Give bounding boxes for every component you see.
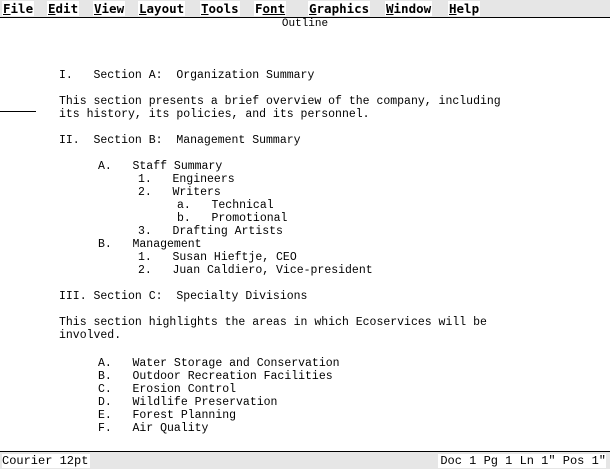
outline-item: E. Forest Planning <box>98 409 237 422</box>
menu-help[interactable]: Help <box>448 1 481 16</box>
outline-item: F. Air Quality <box>98 422 209 435</box>
document-title: Outline <box>281 18 329 30</box>
outline-item: C. Erosion Control <box>98 383 237 396</box>
outline-item: B. Outdoor Recreation Facilities <box>98 370 333 383</box>
outline-item: 2. Writers <box>138 186 221 199</box>
menu-bar: File Edit View Layout Tools Font Graphic… <box>0 0 610 18</box>
outline-item: 1. Engineers <box>138 173 235 186</box>
outline-item: a. Technical <box>177 199 274 212</box>
document-area[interactable]: I. Section A: Organization Summary This … <box>0 31 610 449</box>
outline-item: A. Water Storage and Conservation <box>98 357 340 370</box>
menu-graphics[interactable]: Graphics <box>308 1 371 16</box>
menu-view[interactable]: View <box>93 1 126 16</box>
menu-tools[interactable]: Tools <box>200 1 240 16</box>
menu-file[interactable]: File <box>2 1 35 16</box>
menu-font[interactable]: Font <box>254 1 287 16</box>
outline-item: B. Management <box>98 238 202 251</box>
heading-section-c: III. Section C: Specialty Divisions <box>59 290 308 303</box>
paragraph-line: involved. <box>59 329 122 342</box>
outline-item: A. Staff Summary <box>98 160 223 173</box>
outline-item: b. Promotional <box>177 212 288 225</box>
menu-window[interactable]: Window <box>385 1 433 16</box>
menu-layout[interactable]: Layout <box>138 1 186 16</box>
outline-item: 2. Juan Caldiero, Vice-president <box>138 264 373 277</box>
menu-edit[interactable]: Edit <box>47 1 80 16</box>
outline-item: 3. Drafting Artists <box>138 225 283 238</box>
paragraph-line: This section highlights the areas in whi… <box>59 316 487 329</box>
heading-section-b: II. Section B: Management Summary <box>59 134 301 147</box>
status-font-name: Courier 12pt <box>2 454 91 468</box>
status-cursor-position: Doc 1 Pg 1 Ln 1" Pos 1" <box>438 454 606 468</box>
heading-section-a: I. Section A: Organization Summary <box>59 69 315 82</box>
outline-item: 1. Susan Hieftje, CEO <box>138 251 297 264</box>
paragraph-line: This section presents a brief overview o… <box>59 95 501 108</box>
outline-item: D. Wildlife Preservation <box>98 396 278 409</box>
paragraph-margin-marker <box>0 111 36 112</box>
status-bar: Courier 12pt Doc 1 Pg 1 Ln 1" Pos 1" <box>0 451 610 469</box>
paragraph-line: its history, its policies, and its perso… <box>59 108 370 121</box>
